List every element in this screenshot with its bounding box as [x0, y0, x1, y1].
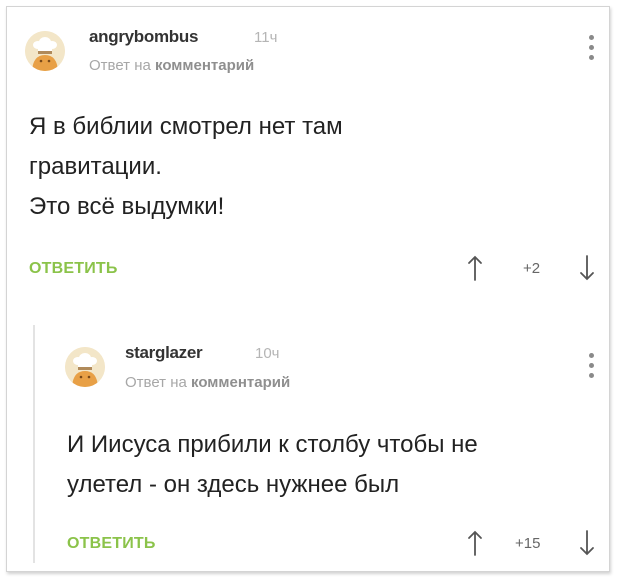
chef-hat-avatar-icon	[65, 347, 105, 387]
timestamp: 10ч	[255, 345, 280, 362]
vote-score: +15	[515, 535, 541, 552]
comment-text-line: Я в библии смотрел нет там	[29, 113, 343, 140]
comments-panel: angrybombus 11ч Ответ на комментарий Я в…	[6, 6, 610, 572]
reply-target-link[interactable]: комментарий	[191, 374, 290, 391]
thread-indent-line	[33, 325, 35, 563]
arrow-up-icon[interactable]	[467, 255, 483, 281]
reply-button[interactable]: ОТВЕТИТЬ	[29, 260, 118, 278]
reply-prefix: Ответ на	[125, 374, 187, 391]
comment-text: Я в библии смотрел нет там гравитации. Э…	[29, 107, 343, 227]
reply-button[interactable]: ОТВЕТИТЬ	[67, 535, 156, 553]
vote-score: +2	[523, 260, 541, 277]
comment-text: И Иисуса прибили к столбу чтобы не улете…	[67, 425, 478, 505]
arrow-down-icon[interactable]	[579, 530, 595, 556]
more-vertical-icon[interactable]	[587, 353, 597, 379]
avatar[interactable]	[25, 31, 65, 71]
comment-text-line: И Иисуса прибили к столбу чтобы не	[67, 431, 478, 458]
chef-hat-avatar-icon	[25, 31, 65, 71]
reply-target-link[interactable]: комментарий	[155, 57, 254, 74]
arrow-up-icon[interactable]	[467, 530, 483, 556]
reply-to-line: Ответ на комментарий	[125, 374, 290, 391]
comment-text-line: улетел - он здесь нужнее был	[67, 471, 400, 498]
arrow-down-icon[interactable]	[579, 255, 595, 281]
more-vertical-icon[interactable]	[587, 35, 597, 61]
comment-text-line: гравитации.	[29, 153, 162, 180]
reply-prefix: Ответ на	[89, 57, 151, 74]
avatar[interactable]	[65, 347, 105, 387]
timestamp: 11ч	[254, 29, 278, 46]
username[interactable]: starglazer	[125, 343, 203, 363]
reply-to-line: Ответ на комментарий	[89, 57, 254, 74]
comment-text-line: Это всё выдумки!	[29, 193, 225, 220]
username[interactable]: angrybombus	[89, 27, 198, 47]
